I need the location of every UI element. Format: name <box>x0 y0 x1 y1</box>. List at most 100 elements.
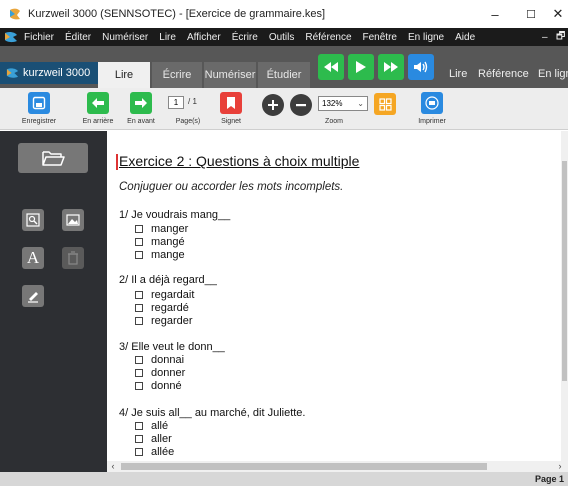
checkbox[interactable] <box>135 225 143 233</box>
ribbon-reference-label[interactable]: Référence <box>478 68 529 80</box>
menu-lire[interactable]: Lire <box>159 32 176 43</box>
highlighter-button[interactable] <box>22 285 44 307</box>
checkbox[interactable] <box>135 317 143 325</box>
brand-tab: kurzweil 3000 <box>0 62 98 84</box>
image-text-button[interactable] <box>22 209 44 231</box>
back-button[interactable] <box>87 92 109 114</box>
text-note-button[interactable]: A <box>22 247 44 269</box>
zoom-out-button[interactable] <box>290 94 312 116</box>
answer-option[interactable]: aller <box>135 433 172 445</box>
close-button[interactable]: ✕ <box>548 0 568 28</box>
vertical-scroll-thumb[interactable] <box>562 161 567 381</box>
magnify-page-icon <box>26 213 40 227</box>
answer-option[interactable]: donnai <box>135 354 184 366</box>
question-text: 3/ Elle veut le donn__ <box>119 341 225 353</box>
open-file-button[interactable] <box>18 143 88 173</box>
option-label: mangé <box>151 236 185 248</box>
menu-reference[interactable]: Référence <box>305 32 351 43</box>
answer-option[interactable]: regardait <box>135 289 194 301</box>
checkbox[interactable] <box>135 422 143 430</box>
answer-option[interactable]: allé <box>135 420 168 432</box>
total-pages: / 1 <box>188 97 197 106</box>
vertical-scrollbar[interactable] <box>561 131 568 461</box>
delete-button[interactable] <box>62 247 84 269</box>
answer-option[interactable]: donné <box>135 380 182 392</box>
checkbox[interactable] <box>135 304 143 312</box>
minimize-button[interactable]: – <box>478 0 512 28</box>
menu-fichier[interactable]: Fichier <box>24 32 54 43</box>
reading-cursor <box>116 154 118 170</box>
exercise-instructions: Conjuguer ou accorder les mots incomplet… <box>119 181 344 193</box>
pencil-icon <box>28 292 38 303</box>
tab-lire[interactable]: Lire <box>98 62 150 88</box>
checkbox[interactable] <box>135 382 143 390</box>
insert-image-button[interactable] <box>62 209 84 231</box>
zoom-in-button[interactable] <box>262 94 284 116</box>
option-label: donner <box>151 367 186 379</box>
bookmark-button[interactable] <box>220 92 242 114</box>
menu-outils[interactable]: Outils <box>269 32 295 43</box>
document-restore-button[interactable]: 🗗 <box>556 28 565 46</box>
menu-afficher[interactable]: Afficher <box>187 32 221 43</box>
horizontal-scrollbar[interactable]: ‹ › <box>107 461 568 472</box>
back-label: En arrière <box>82 118 114 125</box>
checkbox[interactable] <box>135 238 143 246</box>
answer-option[interactable]: mange <box>135 249 185 261</box>
menu-numeriser[interactable]: Numériser <box>102 32 148 43</box>
print-button[interactable] <box>421 92 443 114</box>
answer-option[interactable]: manger <box>135 223 188 235</box>
fast-forward-button[interactable] <box>378 54 404 80</box>
save-label: Enregistrer <box>21 118 57 125</box>
play-button[interactable] <box>348 54 374 80</box>
checkbox[interactable] <box>135 448 143 456</box>
scroll-right-icon[interactable]: › <box>554 461 566 472</box>
option-label: regardé <box>151 302 189 314</box>
checkbox[interactable] <box>135 356 143 364</box>
horizontal-scroll-thumb[interactable] <box>121 463 487 470</box>
ribbon-tab-bar: kurzweil 3000 Lire Écrire Numériser Étud… <box>0 46 568 88</box>
scroll-left-icon[interactable]: ‹ <box>107 461 119 472</box>
zoom-value: 132% <box>322 99 343 108</box>
tab-ecrire[interactable]: Écrire <box>152 62 202 88</box>
window-title: Kurzweil 3000 (SENNSOTEC) - [Exercice de… <box>28 8 326 20</box>
save-button[interactable] <box>28 92 50 114</box>
menu-fenetre[interactable]: Fenêtre <box>363 32 397 43</box>
option-label: aller <box>151 433 172 445</box>
answer-option[interactable]: allée <box>135 446 174 458</box>
exercise-title-text: Exercice 2 : Questions à choix multiple <box>119 153 360 169</box>
zoom-select[interactable]: 132% ⌄ <box>318 96 368 111</box>
document-view[interactable]: Exercice 2 : Questions à choix multiple … <box>107 131 568 461</box>
menu-en-ligne[interactable]: En ligne <box>408 32 444 43</box>
menu-bar: Fichier Éditer Numériser Lire Afficher É… <box>0 28 568 46</box>
fast-forward-icon <box>384 62 398 72</box>
option-label: donnai <box>151 354 185 366</box>
answer-option[interactable]: regarder <box>135 315 193 327</box>
answer-option[interactable]: regardé <box>135 302 189 314</box>
forward-button[interactable] <box>130 92 152 114</box>
ribbon-en-ligne-label[interactable]: En ligne <box>538 68 568 80</box>
menu-aide[interactable]: Aide <box>455 32 475 43</box>
rewind-button[interactable] <box>318 54 344 80</box>
checkbox[interactable] <box>135 251 143 259</box>
tab-numeriser[interactable]: Numériser <box>204 62 256 88</box>
tab-etudier[interactable]: Étudier <box>258 62 310 88</box>
option-label: regardait <box>151 289 195 301</box>
current-page-input[interactable]: 1 <box>168 96 184 109</box>
checkbox[interactable] <box>135 435 143 443</box>
title-bar: Kurzweil 3000 (SENNSOTEC) - [Exercice de… <box>0 0 568 28</box>
speech-volume-button[interactable] <box>408 54 434 80</box>
grid-icon <box>378 97 392 111</box>
ribbon-lire-label[interactable]: Lire <box>449 68 467 80</box>
layout-grid-button[interactable] <box>374 93 396 115</box>
document-minimize-button[interactable]: – <box>542 28 548 46</box>
menu-editer[interactable]: Éditer <box>65 32 91 43</box>
maximize-button[interactable]: ☐ <box>514 0 548 28</box>
side-tool-panel: A <box>0 131 107 472</box>
forward-label: En avant <box>127 118 155 125</box>
answer-option[interactable]: donner <box>135 367 185 379</box>
minus-icon <box>296 104 306 107</box>
menu-ecrire[interactable]: Écrire <box>232 32 258 43</box>
checkbox[interactable] <box>135 369 143 377</box>
answer-option[interactable]: mangé <box>135 236 185 248</box>
checkbox[interactable] <box>135 291 143 299</box>
